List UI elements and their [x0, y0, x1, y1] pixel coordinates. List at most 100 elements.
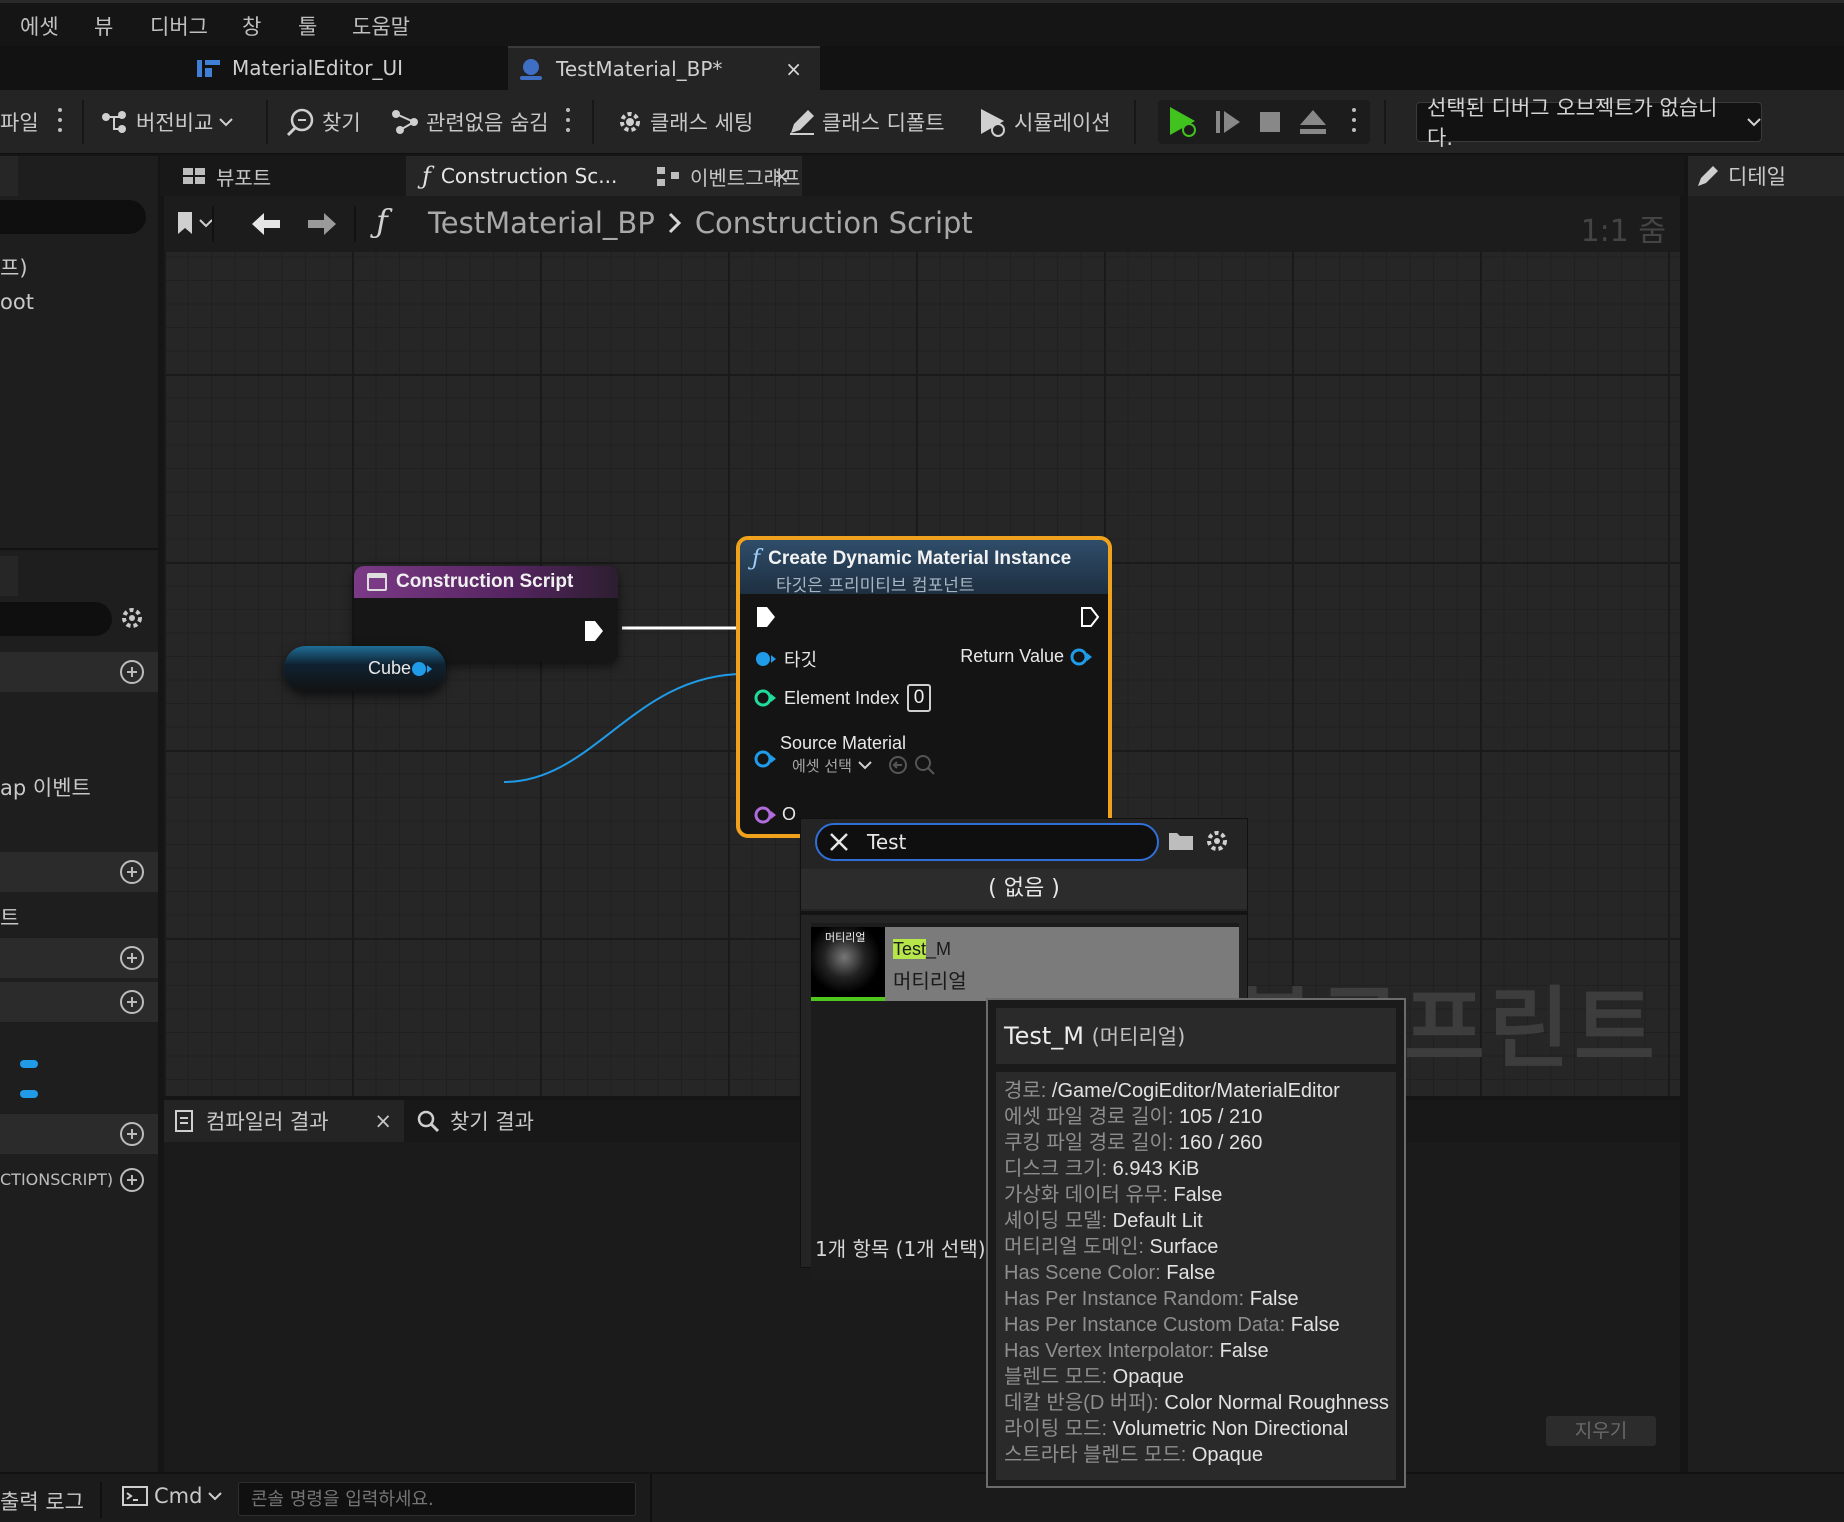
graph-breadcrumb-bar: ƒ TestMaterial_BP Construction Script 1:… [164, 196, 1680, 252]
exec-out-pin[interactable] [584, 620, 604, 642]
add-icon[interactable] [120, 660, 144, 684]
source-material-pin[interactable] [754, 750, 778, 768]
list-item[interactable]: 머티리얼 Test_M 머티리얼 [811, 927, 1239, 1001]
tooltip-row: Has Scene Color: False [1004, 1262, 1216, 1284]
item-count: 1개 항목 (1개 선택) [815, 1237, 986, 1261]
close-tab-button[interactable]: × [374, 1109, 392, 1133]
menu-tools[interactable]: 툴 [298, 11, 317, 41]
section-local-variables[interactable]: CTIONSCRIPT) [0, 1160, 158, 1200]
add-icon[interactable] [120, 860, 144, 884]
element-index-pin-row[interactable]: Element Index 0 [754, 684, 932, 712]
section-label: CTIONSCRIPT) [0, 1170, 114, 1189]
back-arrow-icon[interactable] [250, 210, 282, 238]
find-button[interactable]: 찾기 [286, 104, 361, 140]
asset-select-combo[interactable]: 에셋 선택 [792, 754, 936, 776]
play-options-icon[interactable] [1352, 108, 1358, 138]
menu-window[interactable]: 창 [242, 11, 261, 41]
main-toolbar: 파일 버전비교 찾기 관련없음 숨김 클래스 세팅 클래스 디폴트 시뮬레이션 [0, 90, 1844, 154]
diff-button[interactable]: 버전비교 [100, 104, 233, 140]
play-button[interactable] [1166, 104, 1198, 138]
create-dmi-node[interactable]: ƒ Create Dynamic Material Instance 타깃은 프… [736, 536, 1112, 838]
tab-testmaterial-bp[interactable]: TestMaterial_BP* × [508, 46, 820, 90]
simulation-button[interactable]: 시뮬레이션 [978, 104, 1111, 140]
none-option[interactable]: ( 없음 ) [801, 869, 1247, 909]
tab-label: MaterialEditor_UI [232, 56, 403, 80]
stop-icon[interactable] [1258, 110, 1282, 134]
tab-compiler-results[interactable]: 컴파일러 결과 × [164, 1100, 404, 1142]
hide-unrelated-button[interactable]: 관련없음 숨김 [390, 104, 549, 140]
file-button[interactable]: 파일 [0, 104, 39, 140]
gear-icon[interactable] [1203, 827, 1231, 855]
pencil-icon [788, 108, 816, 136]
hidden-pin-row[interactable]: O [754, 804, 796, 825]
step-icon[interactable] [1214, 108, 1242, 136]
zoom-level: 1:1 줌 [1580, 214, 1666, 249]
search-input[interactable] [0, 602, 112, 636]
status-bar: 출력 로그 Cmd [0, 1472, 1844, 1522]
class-defaults-button[interactable]: 클래스 디폴트 [788, 104, 945, 140]
folder-icon[interactable] [1167, 829, 1195, 853]
clear-search-icon[interactable] [829, 832, 849, 852]
output-log-button[interactable]: 출력 로그 [0, 1486, 84, 1516]
function-icon: ƒ [422, 162, 431, 190]
function-icon: ƒ [752, 546, 761, 571]
console-input[interactable] [238, 1482, 636, 1516]
cube-variable-node[interactable]: Cube [284, 646, 446, 692]
tab-find-results[interactable]: 찾기 결과 [416, 1100, 534, 1142]
class-settings-button[interactable]: 클래스 세팅 [616, 104, 753, 140]
menu-view[interactable]: 뷰 [94, 11, 113, 41]
section-dispatchers[interactable] [0, 1114, 158, 1154]
section-functions[interactable] [0, 852, 158, 892]
breadcrumb-graph[interactable]: Construction Script [695, 206, 973, 240]
search-input[interactable] [0, 200, 146, 234]
section-graphs[interactable] [0, 652, 158, 692]
element-index-input[interactable]: 0 [907, 684, 932, 712]
chevron-down-icon [208, 1491, 223, 1501]
debug-object-dropdown[interactable]: 선택된 디버그 오브젝트가 없습니다. [1416, 96, 1762, 150]
cmd-dropdown[interactable]: Cmd [122, 1484, 223, 1508]
output-pin[interactable] [410, 660, 434, 678]
clear-button[interactable]: 지우기 [1546, 1416, 1656, 1446]
return-value-pin-row[interactable]: Return Value [960, 646, 1094, 667]
section-macros[interactable] [0, 938, 158, 978]
forward-arrow-icon[interactable] [306, 210, 338, 238]
asset-search-input[interactable]: Test [815, 823, 1159, 861]
menu-debug[interactable]: 디버그 [150, 11, 208, 41]
tab-label: TestMaterial_BP* [556, 57, 723, 81]
tab-material-editor-ui[interactable]: MaterialEditor_UI [196, 46, 496, 90]
exec-in-pin[interactable] [756, 606, 776, 628]
tooltip-row: Has Per Instance Custom Data: False [1004, 1314, 1340, 1336]
tab-details[interactable]: 디테일 [1688, 156, 1844, 196]
add-icon[interactable] [120, 946, 144, 970]
menu-help[interactable]: 도움말 [352, 11, 410, 41]
asset-name: Test_M [893, 939, 951, 960]
list-item[interactable]: 프) [0, 252, 28, 282]
function-icon: ƒ [376, 202, 388, 240]
tooltip-row: 스트라타 블렌드 모드: Opaque [1004, 1444, 1263, 1466]
add-icon[interactable] [120, 990, 144, 1014]
file-options-icon[interactable] [58, 108, 64, 138]
document-tab-bar: MaterialEditor_UI TestMaterial_BP* × [0, 46, 1844, 90]
tab-event-graph[interactable]: 이벤트그래프 [656, 156, 800, 196]
eject-icon[interactable] [1298, 108, 1328, 136]
breadcrumb-blueprint[interactable]: TestMaterial_BP [428, 206, 655, 240]
my-blueprint-panel: 프) oot ap 이벤트 트 CTIONSCRIPT) [0, 156, 158, 1472]
close-tab-button[interactable]: × [785, 57, 802, 81]
menu-asset[interactable]: 에셋 [20, 11, 59, 41]
section-variables[interactable] [0, 982, 158, 1022]
pin-icon [754, 806, 776, 823]
blueprint-actor-icon [518, 57, 544, 81]
exec-out-pin[interactable] [1080, 606, 1100, 628]
tab-viewport[interactable]: 뷰포트 [172, 156, 392, 196]
tooltip-row: 쿠킹 파일 경로 길이: 160 / 260 [1004, 1132, 1263, 1154]
gear-icon[interactable] [118, 604, 146, 632]
list-item[interactable]: ap 이벤트 [0, 772, 91, 802]
graph-options-icon[interactable] [566, 108, 572, 138]
add-icon[interactable] [120, 1122, 144, 1146]
add-icon[interactable] [120, 1168, 144, 1192]
list-item[interactable]: 트 [0, 902, 19, 932]
asset-type-badge: 머티리얼 [825, 931, 866, 944]
find-label: 찾기 [322, 111, 361, 135]
target-pin-row[interactable]: 타깃 [754, 646, 817, 672]
list-item[interactable]: oot [0, 290, 34, 314]
